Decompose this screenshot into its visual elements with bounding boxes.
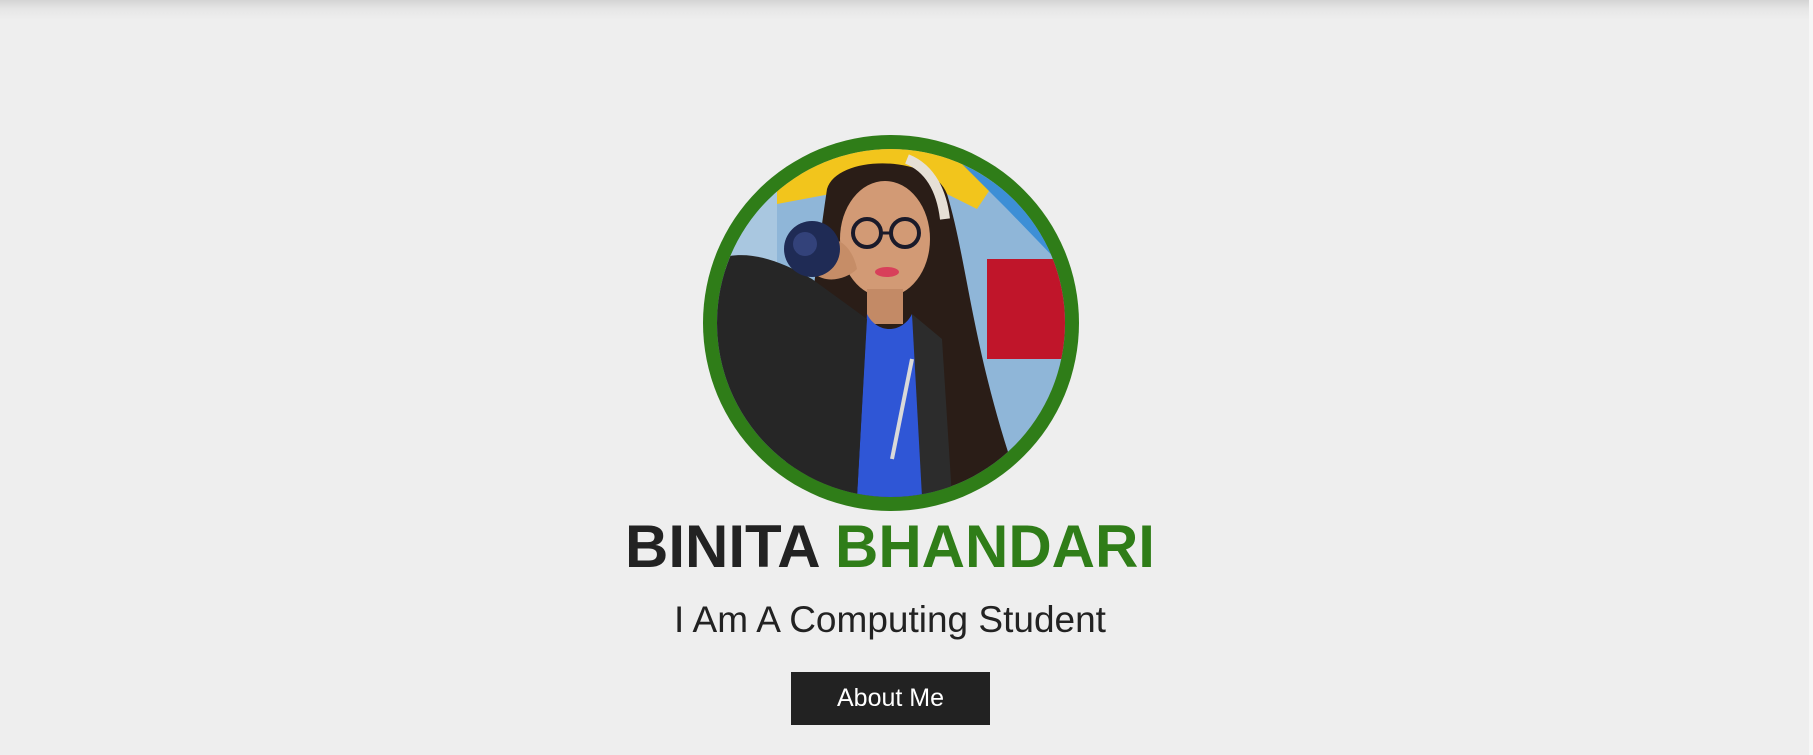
profile-photo [717,149,1065,497]
avatar-ring [703,135,1079,511]
avatar [717,149,1065,497]
hero-section: BINITA BHANDARI I Am A Computing Student… [0,0,1813,755]
about-me-button[interactable]: About Me [791,672,990,725]
last-name: BHANDARI [835,513,1155,580]
page: BINITA BHANDARI I Am A Computing Student… [0,0,1813,755]
first-name: BINITA [625,513,819,580]
page-title: BINITA BHANDARI [0,512,1780,582]
tagline: I Am A Computing Student [674,599,1106,640]
